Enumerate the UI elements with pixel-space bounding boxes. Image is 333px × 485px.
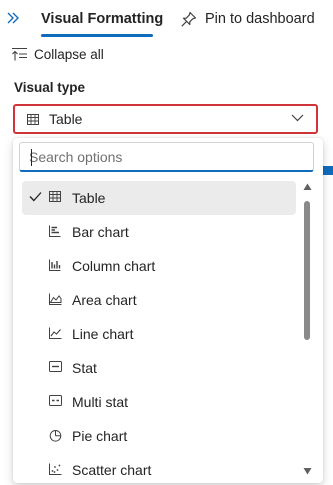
active-tab-indicator — [41, 34, 153, 37]
option-table[interactable]: Table — [22, 181, 296, 215]
option-pie-chart[interactable]: Pie chart — [22, 419, 296, 453]
bar-chart-icon — [49, 225, 61, 237]
option-label: Table — [72, 190, 106, 206]
line-chart-icon — [49, 327, 62, 339]
checkmark-icon — [29, 191, 42, 202]
option-label: Line chart — [72, 326, 134, 342]
option-scatter-chart[interactable]: Scatter chart — [22, 453, 296, 483]
table-icon — [27, 113, 39, 125]
chevron-down-icon — [291, 114, 304, 122]
tab-pin-to-dashboard[interactable]: Pin to dashboard — [180, 0, 315, 38]
dropdown-scrollbar[interactable] — [301, 183, 315, 475]
visual-type-dropdown: Table Bar chart Column chart Area chart — [13, 138, 323, 483]
search-options-input[interactable] — [19, 142, 314, 172]
pin-icon — [180, 11, 197, 28]
collapse-all-icon — [11, 47, 28, 62]
option-line-chart[interactable]: Line chart — [22, 317, 296, 351]
area-chart-icon — [49, 293, 62, 305]
tab-pin-label: Pin to dashboard — [205, 11, 315, 27]
scroll-down-arrow-icon[interactable] — [303, 467, 312, 475]
stat-icon — [49, 361, 62, 372]
option-stat[interactable]: Stat — [22, 351, 296, 385]
pie-chart-icon — [49, 429, 62, 442]
table-icon — [49, 191, 61, 202]
tab-visual-formatting[interactable]: Visual Formatting — [41, 0, 163, 38]
multi-stat-icon — [49, 395, 62, 406]
expand-pane-icon[interactable] — [4, 8, 22, 28]
collapse-all-button[interactable]: Collapse all — [11, 45, 104, 63]
option-label: Multi stat — [72, 394, 129, 410]
visual-type-label: Visual type — [14, 80, 86, 95]
tab-bar: Visual Formatting Pin to dashboard — [0, 0, 333, 40]
scatter-chart-icon — [49, 463, 62, 475]
option-label: Pie chart — [72, 428, 128, 444]
options-list: Table Bar chart Column chart Area chart — [13, 181, 303, 483]
text-cursor — [31, 149, 32, 166]
option-label: Scatter chart — [72, 462, 152, 478]
option-area-chart[interactable]: Area chart — [22, 283, 296, 317]
option-bar-chart[interactable]: Bar chart — [22, 215, 296, 249]
scrollbar-thumb[interactable] — [304, 201, 310, 340]
option-label: Bar chart — [72, 224, 129, 240]
collapse-all-label: Collapse all — [34, 46, 104, 62]
option-label: Area chart — [72, 292, 137, 308]
option-label: Stat — [72, 360, 97, 376]
option-multi-stat[interactable]: Multi stat — [22, 385, 296, 419]
scroll-up-arrow-icon[interactable] — [303, 183, 312, 191]
tab-visual-formatting-label: Visual Formatting — [41, 11, 164, 27]
option-column-chart[interactable]: Column chart — [22, 249, 296, 283]
visual-type-select[interactable]: Table — [13, 104, 318, 134]
option-label: Column chart — [72, 258, 156, 274]
visual-type-value: Table — [49, 111, 83, 127]
column-chart-icon — [49, 259, 61, 271]
